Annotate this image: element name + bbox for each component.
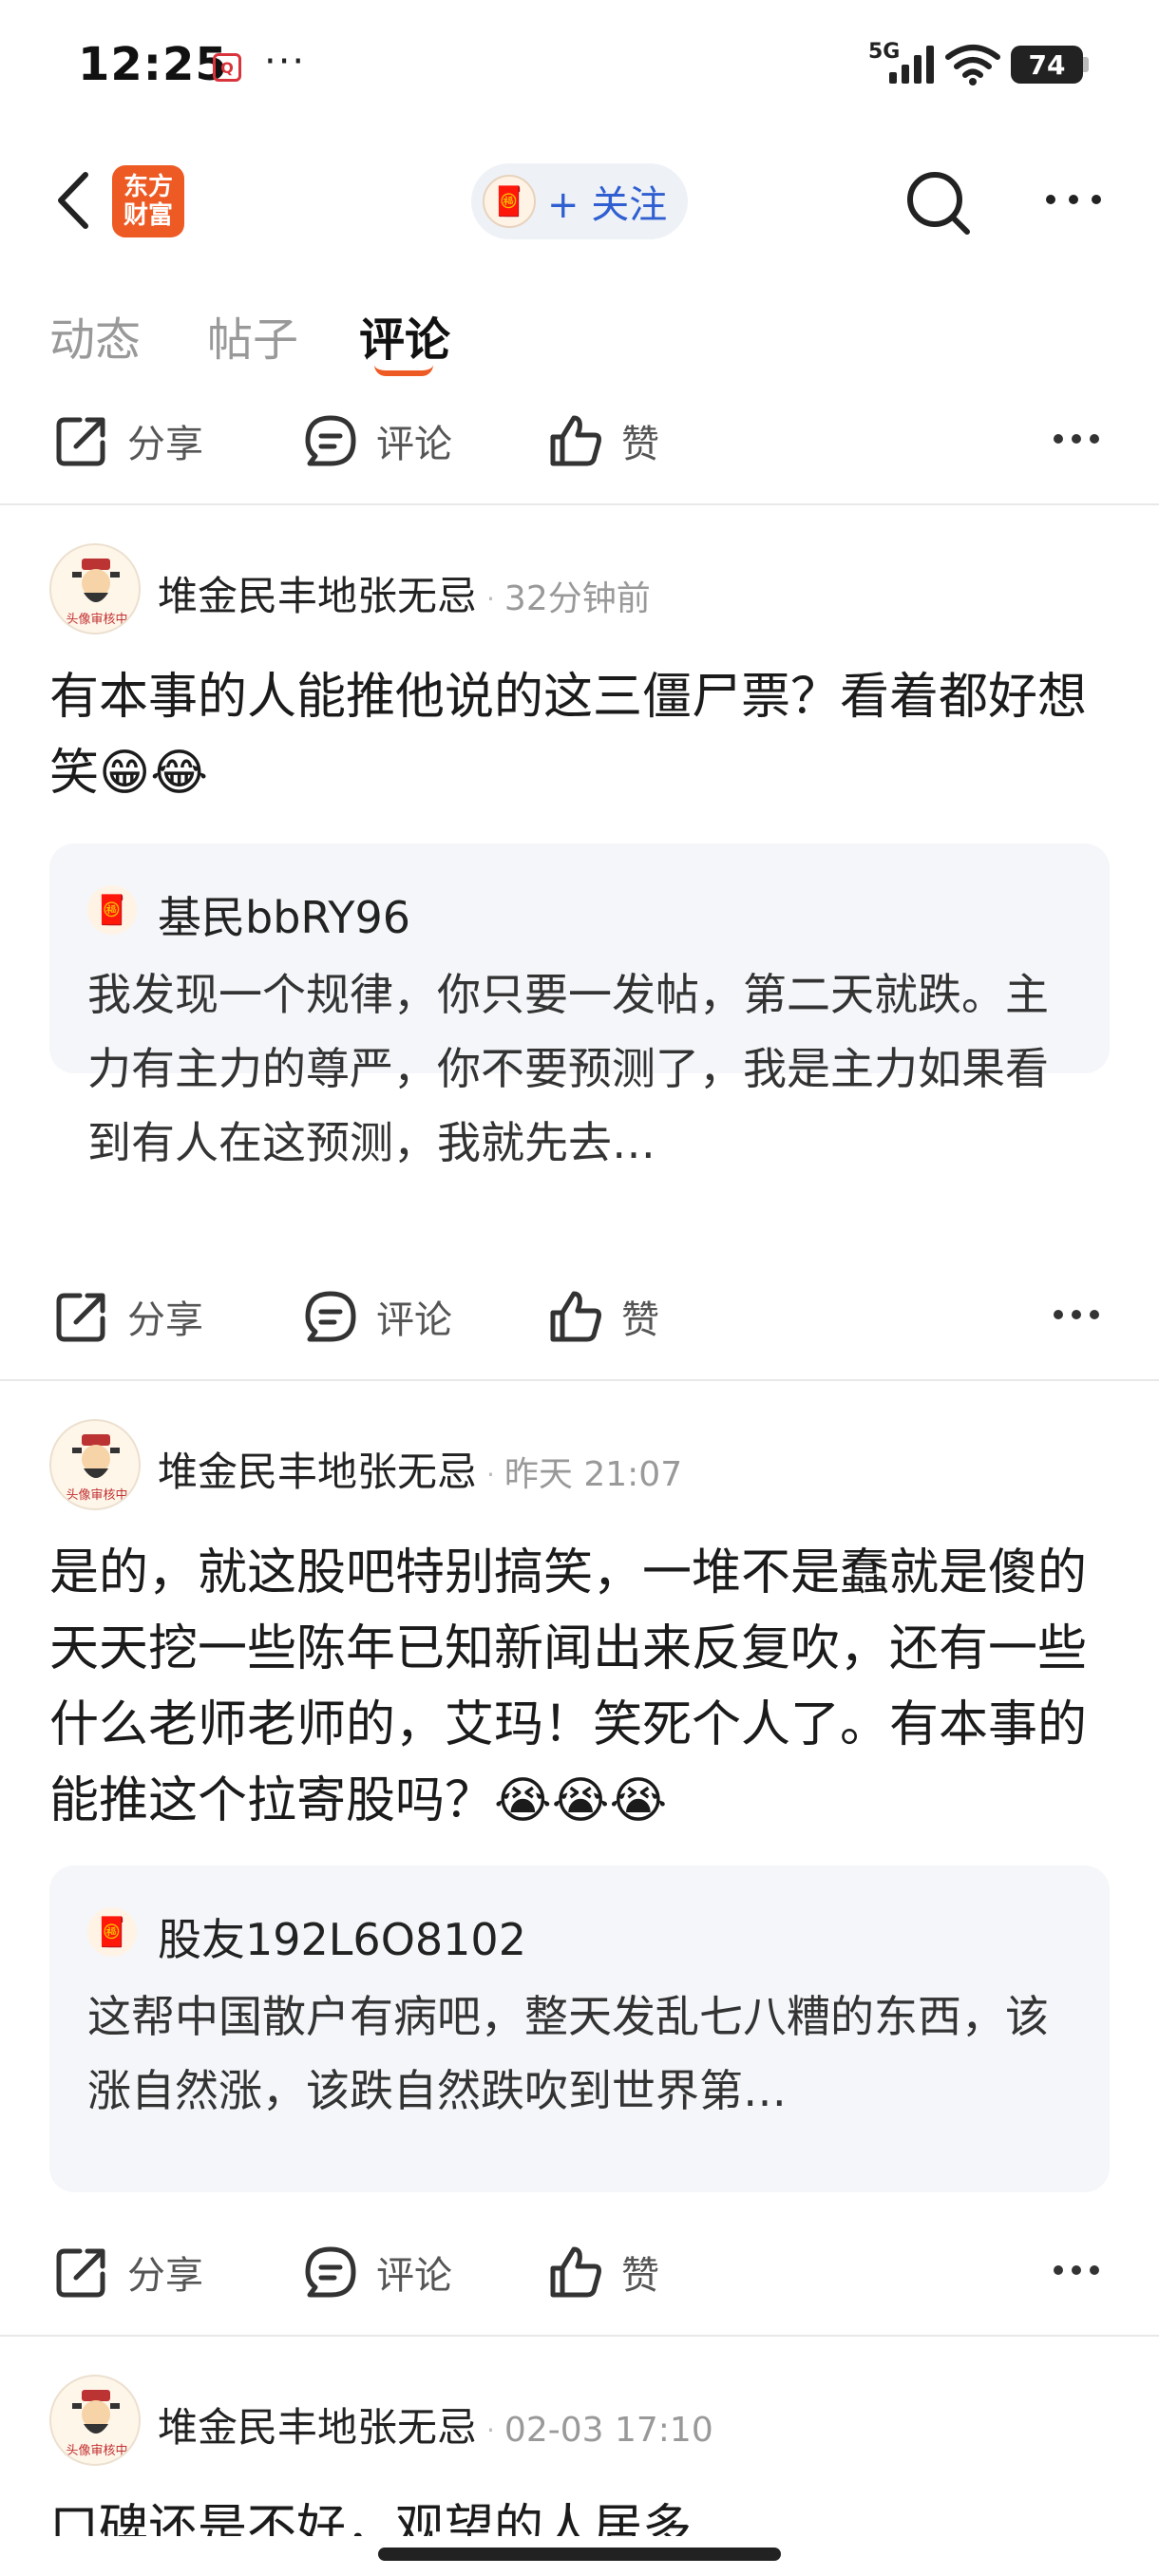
share-button[interactable]: 分享 [53, 1288, 203, 1345]
search-icon[interactable] [902, 167, 973, 237]
post-time: 02-03 17:10 [504, 2411, 713, 2450]
avatar[interactable]: 头像审核中 [49, 2375, 141, 2466]
action-row: 分享 评论 赞 [0, 2221, 1159, 2316]
author-name[interactable]: 堆金民丰地张无忌 [158, 2404, 477, 2451]
author-line: 堆金民丰地张无忌 · 昨天 21:07 [158, 1440, 682, 1498]
comment-label: 评论 [376, 1298, 452, 1342]
comment-post: 头像审核中 堆金民丰地张无忌 · 02-03 17:10 口碑还是不好，观望的人居多 [0, 2375, 1159, 2536]
share-label: 分享 [127, 423, 203, 466]
divider [0, 2335, 1159, 2337]
quoted-user-name: 股友192L6O8102 [158, 1914, 526, 1965]
share-icon [56, 1293, 105, 1342]
comment-label: 评论 [376, 423, 452, 466]
like-button[interactable]: 赞 [547, 1288, 659, 1345]
avatar-caption: 头像审核中 [66, 1488, 128, 1503]
battery-tip [1083, 57, 1089, 72]
comment-button[interactable]: 评论 [302, 2244, 452, 2301]
quoted-user-name: 基民bbRY96 [158, 892, 411, 943]
post-text[interactable]: 是的，就这股吧特别搞笑，一堆不是蠢就是傻的天天挖一些陈年已知新闻出来反复吹，还有… [49, 1535, 1113, 1839]
tab-dynamic[interactable]: 动态 [49, 302, 141, 369]
divider [0, 1379, 1159, 1381]
tab-comments[interactable]: 评论 [359, 302, 450, 369]
battery-indicator: 74 [1011, 46, 1083, 84]
tab-posts[interactable]: 帖子 [207, 302, 298, 369]
app-logo[interactable]: 东方 财富 [112, 165, 184, 237]
share-label: 分享 [127, 1298, 203, 1342]
comment-post: 头像审核中 堆金民丰地张无忌 · 昨天 21:07 是的，就这股吧特别搞笑，一堆不是… [0, 1419, 1159, 2217]
quoted-text: 我发现一个规律，你只要一发帖，第二天就跌。主力有主力的尊严，你不要预测了，我是主… [87, 969, 1049, 1168]
share-label: 分享 [127, 2254, 203, 2298]
nav-bar: 东方 财富 🧧 + 关注 [0, 142, 1159, 256]
follow-label: + 关注 [547, 183, 668, 227]
quoted-user-avatar: 🧧 [87, 1907, 137, 1957]
author-name[interactable]: 堆金民丰地张无忌 [158, 573, 477, 619]
post-time: 32分钟前 [504, 579, 651, 618]
like-label: 赞 [621, 423, 659, 466]
fortune-god-icon [72, 559, 120, 602]
comment-button[interactable]: 评论 [302, 412, 452, 469]
thumbs-up-icon [550, 1291, 601, 1342]
status-time: 12:25 [78, 38, 228, 91]
separator-dot: · [486, 583, 495, 615]
quoted-text: 这帮中国散户有病吧，整天发乱七八糟的东西，该涨自然涨，该跌自然跌吹到世界第… [87, 1991, 1049, 2116]
more-options-icon[interactable] [1053, 1307, 1100, 1322]
like-label: 赞 [621, 1298, 659, 1342]
back-icon[interactable] [49, 167, 103, 234]
comment-icon [305, 415, 356, 466]
avatar[interactable]: 头像审核中 [49, 1419, 141, 1510]
action-row: 分享 评论 赞 [0, 1265, 1159, 1360]
separator-dot: · [486, 1459, 495, 1490]
comment-icon [305, 1291, 356, 1342]
status-bar: 12:25 Q ··· 5G 74 [0, 0, 1159, 133]
author-line: 堆金民丰地张无忌 · 32分钟前 [158, 564, 651, 622]
author-name[interactable]: 堆金民丰地张无忌 [158, 1449, 477, 1495]
comment-icon [305, 2246, 356, 2298]
comment-post: 头像审核中 堆金民丰地张无忌 · 32分钟前 有本事的人能推他说的这三僵尸票？看着都… [0, 543, 1159, 1284]
avatar[interactable]: 头像审核中 [49, 543, 141, 635]
like-label: 赞 [621, 2254, 659, 2298]
like-button[interactable]: 赞 [547, 2244, 659, 2301]
notification-app-icon: Q [213, 53, 241, 82]
thumbs-up-icon [550, 2246, 601, 2298]
wifi-icon [945, 45, 1000, 85]
comment-label: 评论 [376, 2254, 452, 2298]
post-text[interactable]: 有本事的人能推他说的这三僵尸票？看着都好想笑😁😂 [49, 659, 1113, 811]
divider [0, 503, 1159, 505]
fortune-god-icon [72, 1434, 120, 1478]
action-row: 分享 评论 赞 [0, 389, 1159, 484]
share-icon [56, 417, 105, 466]
user-avatar: 🧧 [483, 175, 536, 228]
post-time: 昨天 21:07 [504, 1455, 683, 1494]
like-button[interactable]: 赞 [547, 412, 659, 469]
comment-button[interactable]: 评论 [302, 1288, 452, 1345]
share-button[interactable]: 分享 [53, 2244, 203, 2301]
more-options-icon[interactable] [1043, 190, 1104, 209]
avatar-caption: 头像审核中 [66, 613, 128, 627]
more-notifications-icon: ··· [264, 40, 307, 84]
tab-bar: 动态 帖子 评论 [0, 294, 1159, 389]
author-line: 堆金民丰地张无忌 · 02-03 17:10 [158, 2396, 713, 2453]
follow-button[interactable]: 🧧 + 关注 [471, 163, 688, 239]
home-indicator[interactable] [378, 2548, 781, 2561]
thumbs-up-icon [550, 415, 601, 466]
quoted-post[interactable]: 🧧 基民bbRY96 我发现一个规律，你只要一发帖，第二天就跌。主力有主力的尊严… [49, 843, 1110, 1168]
fortune-god-icon [72, 2390, 120, 2434]
cell-signal-icon [889, 46, 934, 84]
more-options-icon[interactable] [1053, 431, 1100, 446]
quoted-post[interactable]: 🧧 股友192L6O8102 这帮中国散户有病吧，整天发乱七八糟的东西，该涨自然… [49, 1866, 1110, 2192]
post-text[interactable]: 口碑还是不好，观望的人居多 [49, 2491, 1113, 2536]
quoted-user-avatar: 🧧 [87, 885, 137, 935]
active-tab-indicator [374, 365, 433, 376]
share-button[interactable]: 分享 [53, 412, 203, 469]
logo-text: 东方 财富 [123, 173, 173, 230]
share-icon [56, 2248, 105, 2298]
separator-dot: · [486, 2415, 495, 2446]
more-options-icon[interactable] [1053, 2263, 1100, 2278]
avatar-caption: 头像审核中 [66, 2444, 128, 2458]
